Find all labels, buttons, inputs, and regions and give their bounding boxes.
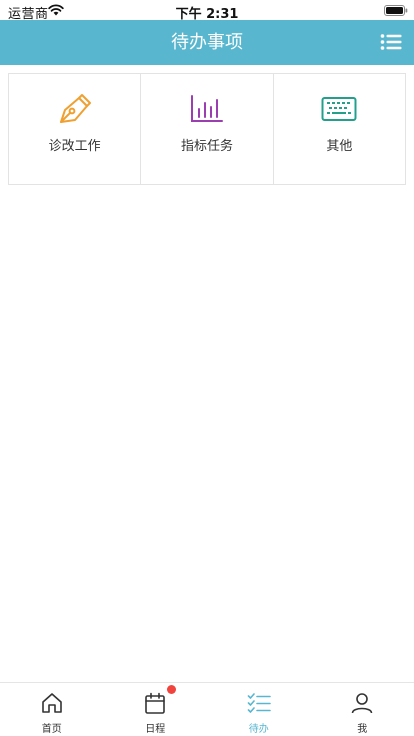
tab-label: 待办 (248, 724, 269, 735)
grid-item-other[interactable]: 其他 (274, 74, 405, 184)
user-icon (351, 693, 373, 714)
calendar-icon (145, 692, 166, 714)
bar-chart-icon (190, 95, 223, 122)
home-icon (41, 693, 62, 713)
tab-label: 首页 (41, 724, 62, 735)
tab-bar: 首页 日程 待办 我 (0, 682, 414, 736)
tab-label: 我 (357, 724, 368, 735)
page-title: 待办事项 (171, 32, 243, 53)
app-screen: 运营商 下午 2:31 待办事项 诊改工作 指标任务 其他 首页 日程 待办 我 (0, 0, 414, 736)
tab-home[interactable]: 首页 (0, 683, 104, 736)
pen-nib-icon (59, 94, 91, 123)
status-bar: 运营商 下午 2:31 (0, 0, 414, 22)
battery-icon (384, 5, 408, 16)
checklist-icon (247, 693, 271, 713)
grid-item-label: 其他 (326, 139, 353, 154)
nav-bar: 待办事项 (0, 20, 414, 65)
grid-item-diagnosis-work[interactable]: 诊改工作 (9, 74, 142, 184)
keyboard-icon (321, 97, 357, 121)
grid-item-label: 诊改工作 (48, 139, 101, 154)
grid-item-indicator-tasks[interactable]: 指标任务 (141, 74, 274, 184)
grid-item-label: 指标任务 (180, 139, 233, 154)
tab-me[interactable]: 我 (311, 683, 414, 736)
tab-label: 日程 (145, 724, 166, 735)
list-menu-icon[interactable] (380, 32, 402, 52)
tab-todo[interactable]: 待办 (207, 683, 311, 736)
tab-schedule[interactable]: 日程 (104, 683, 208, 736)
category-grid: 诊改工作 指标任务 其他 (8, 73, 406, 185)
notification-badge (167, 685, 177, 694)
